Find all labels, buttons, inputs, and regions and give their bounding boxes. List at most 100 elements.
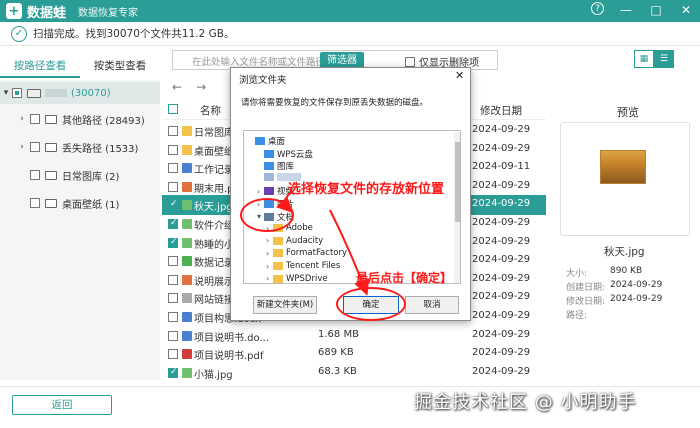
cancel-button[interactable]: 取消 — [405, 296, 459, 314]
folder-node[interactable]: 桌面 — [248, 135, 285, 147]
tree-root-blurred — [45, 89, 67, 97]
folder-node-label: 图库 — [277, 162, 295, 173]
tree-item-checkbox[interactable] — [30, 198, 40, 208]
preview-meta-row: 创建日期: 2024-09-29 — [566, 280, 662, 293]
tab-by-path[interactable]: 按路径查看 — [0, 56, 80, 78]
file-row-checkbox[interactable] — [168, 181, 178, 192]
folder-node[interactable]: › WPSDrive — [266, 274, 328, 283]
meta-label: 修改日期: — [566, 297, 606, 307]
tree-root-checkbox[interactable] — [12, 88, 22, 98]
file-row-checkbox[interactable] — [168, 237, 178, 248]
file-date: 2024-09-29 — [472, 291, 531, 303]
folder-node[interactable]: 图库 — [257, 160, 294, 172]
folder-tree-scrollbar[interactable] — [454, 132, 460, 283]
file-row[interactable]: 项目说明书.do... 1.68 MB 2024-09-29 — [162, 326, 546, 346]
view-mode-switch: ▦ ☰ — [634, 50, 674, 68]
back-arrow-icon[interactable]: ← — [172, 80, 182, 94]
tree-item-label: 日常图库 (2) — [62, 171, 120, 183]
file-row-checkbox[interactable] — [168, 163, 178, 174]
chevron-icon[interactable]: › — [257, 187, 264, 196]
select-all-checkbox[interactable] — [168, 104, 178, 114]
file-type-icon — [182, 237, 192, 248]
folder-node-label: Audacity — [286, 235, 324, 246]
dialog-description: 请你将需要恢复的文件保存到原丢失数据的磁盘。 — [241, 98, 429, 108]
folder-node[interactable]: › Tencent Files — [266, 261, 340, 271]
chevron-icon[interactable]: › — [266, 274, 273, 283]
file-row[interactable]: 项目说明书.pdf 689 KB 2024-09-29 — [162, 344, 546, 364]
only-deleted-checkbox[interactable] — [405, 56, 415, 67]
help-icon[interactable]: ? — [591, 2, 604, 15]
tree-item-checkbox[interactable] — [30, 170, 40, 180]
annotation-choose-location: 选择恢复文件的存放新位置 — [288, 182, 445, 197]
close-icon[interactable]: ✕ — [678, 2, 694, 18]
folder-node[interactable]: WPS云盘 — [257, 148, 313, 160]
file-date: 2024-09-29 — [472, 179, 531, 191]
chevron-right-icon[interactable]: › — [16, 142, 28, 152]
new-folder-button[interactable]: 新建文件夹(M) — [253, 296, 317, 314]
column-name[interactable]: 名称 — [200, 103, 221, 118]
chevron-icon[interactable]: › — [266, 262, 273, 271]
meta-value: 2024-09-29 — [610, 294, 663, 304]
folder-node[interactable]: › FormatFactory — [266, 248, 347, 258]
folder-node-label: WPS云盘 — [277, 149, 313, 160]
tree-item-daily-gallery[interactable]: 日常图库 (2) — [0, 164, 160, 186]
folder-icon — [264, 187, 274, 196]
preview-title: 预览 — [617, 106, 639, 119]
preview-file-name: 秋天.jpg — [604, 246, 645, 258]
app-logo: + 数据蛙 — [6, 2, 66, 21]
file-type-icon — [182, 200, 192, 211]
file-row-checkbox[interactable] — [168, 218, 178, 229]
watermark-text: 掘金技术社区 @ 小明助手 — [414, 392, 637, 413]
file-date: 2024-09-29 — [472, 217, 531, 228]
tree-root[interactable]: ▾ (30070) — [0, 82, 160, 104]
search-placeholder: 在此处输入文件名称或文件路径 — [192, 57, 326, 68]
file-row-checkbox[interactable] — [168, 144, 178, 155]
file-row[interactable]: 小猫.jpg 68.3 KB 2024-09-29 — [162, 363, 546, 383]
folder-node[interactable]: › Audacity — [266, 236, 323, 246]
tree-item-checkbox[interactable] — [30, 114, 40, 124]
file-row-checkbox[interactable] — [168, 126, 178, 136]
folder-icon — [45, 198, 57, 208]
forward-arrow-icon[interactable]: → — [196, 80, 206, 94]
tree-item-desktop-wallpaper[interactable]: 桌面壁纸 (1) — [0, 192, 160, 214]
file-row-checkbox[interactable] — [168, 330, 178, 341]
maximize-icon[interactable]: □ — [648, 2, 664, 18]
chevron-icon[interactable]: › — [266, 236, 273, 245]
grid-view-icon[interactable]: ▦ — [634, 50, 654, 68]
app-subtitle: 数据恢复专家 — [78, 7, 139, 19]
file-row-checkbox[interactable] — [168, 312, 178, 322]
file-name: 项目说明书.pdf — [194, 351, 264, 363]
file-date: 2024-09-11 — [472, 161, 531, 173]
file-row-checkbox[interactable] — [168, 199, 178, 211]
file-type-icon — [182, 312, 192, 322]
column-date[interactable]: 修改日期 — [480, 103, 522, 118]
scan-status-bar: ✓ 扫描完成。找到30070个文件共11.2 GB。 — [0, 22, 700, 46]
chevron-down-icon[interactable]: ▾ — [0, 88, 12, 98]
file-row-checkbox[interactable] — [168, 349, 178, 360]
minimize-icon[interactable]: — — [618, 2, 634, 18]
preview-meta-row: 大小: 890 KB — [566, 266, 642, 279]
chevron-icon[interactable]: › — [266, 249, 273, 258]
frog-logo-icon: + — [6, 3, 22, 19]
folder-node-label: Tencent Files — [286, 261, 341, 271]
file-name: 秋天.jpg — [194, 202, 233, 214]
file-row-checkbox[interactable] — [168, 274, 178, 285]
file-type-icon — [182, 126, 192, 136]
file-row-checkbox[interactable] — [168, 293, 178, 304]
back-button[interactable]: 返回 — [12, 395, 112, 415]
annotation-circle-documents — [240, 198, 294, 232]
list-view-icon[interactable]: ☰ — [654, 50, 674, 68]
chevron-right-icon[interactable]: › — [16, 114, 28, 124]
tree-item-other-paths[interactable]: › 其他路径 (28493) — [0, 108, 160, 130]
nav-arrows: ← → — [172, 80, 220, 94]
dialog-close-icon[interactable]: ✕ — [455, 69, 464, 82]
folder-node-label: FormatFactory — [286, 248, 348, 259]
preview-meta-row: 修改日期: 2024-09-29 — [566, 294, 662, 307]
file-row-checkbox[interactable] — [168, 256, 178, 267]
tab-by-type[interactable]: 按类型查看 — [80, 56, 160, 78]
tree-item-label: 丢失路径 (1533) — [62, 143, 139, 155]
tree-item-lost-paths[interactable]: › 丢失路径 (1533) — [0, 136, 160, 158]
meta-label: 路径: — [566, 311, 588, 321]
file-row-checkbox[interactable] — [168, 367, 178, 378]
tree-item-checkbox[interactable] — [30, 142, 40, 152]
